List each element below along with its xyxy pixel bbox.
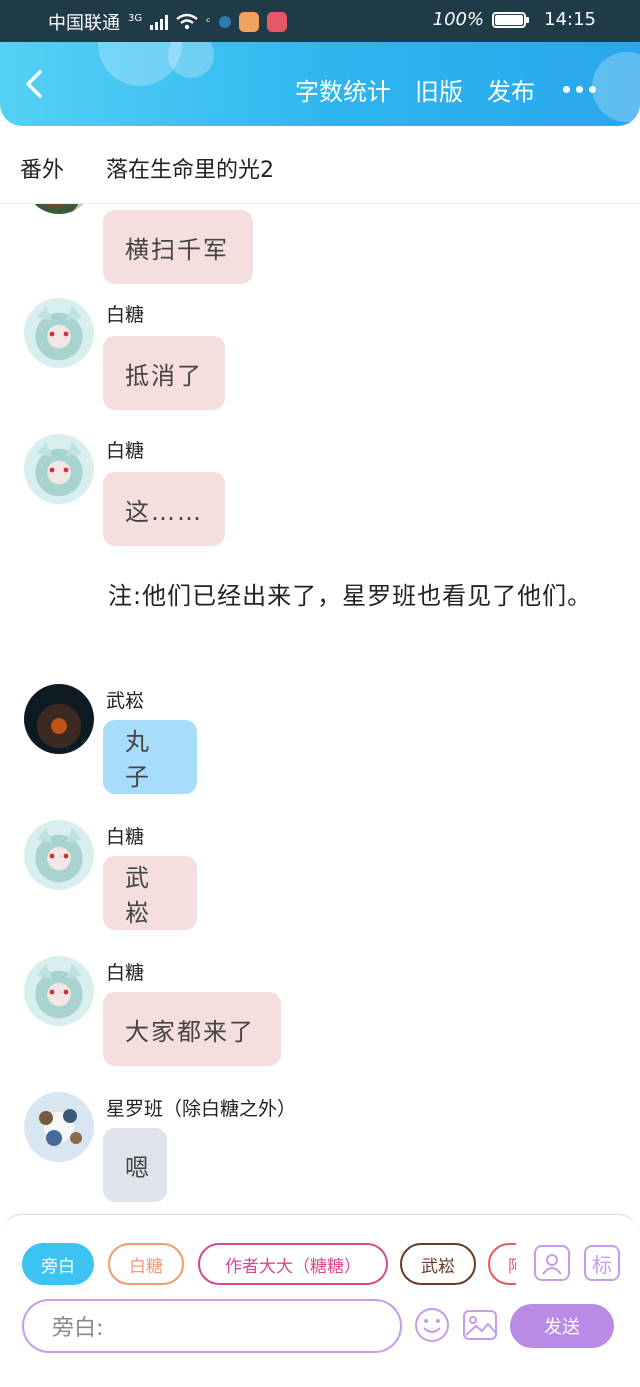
app-notification-icon [218, 16, 231, 28]
battery-fill [495, 14, 524, 25]
narration-note[interactable]: 注:他们已经出来了，星罗班也看见了他们。 [36, 576, 612, 616]
wifi-icon [176, 13, 198, 30]
role-chip-list[interactable]: 旁白 白糖 作者大大（糖糖） 武崧 阿 [22, 1243, 516, 1287]
back-arrow-icon[interactable] [18, 68, 50, 100]
network-type: 3G [128, 12, 143, 24]
emoji-icon[interactable] [414, 1307, 450, 1343]
role-chip[interactable]: 白糖 [108, 1243, 184, 1285]
publish-button[interactable]: 发布 [487, 72, 535, 107]
battery-percent: 100% [432, 9, 485, 30]
signal-icon [150, 14, 169, 30]
chat-bubble[interactable]: 抵消了 [103, 336, 225, 410]
speaker-name: 白糖 [106, 826, 145, 848]
chapter-header: 番外 落在生命里的光2 [0, 126, 640, 204]
chapter-volume[interactable]: 番外 [20, 152, 64, 184]
status-right: 100% 14:15 [433, 9, 596, 30]
word-count-button[interactable]: 字数统计 [295, 72, 391, 107]
old-version-button[interactable]: 旧版 [415, 72, 463, 107]
avatar[interactable] [24, 684, 94, 754]
speaker-name: 白糖 [106, 962, 145, 984]
role-chip[interactable]: 旁白 [22, 1243, 94, 1285]
avatar[interactable] [24, 434, 94, 504]
speaker-name: 白糖 [106, 304, 145, 326]
status-left: 中国联通 3G ᶜ [48, 9, 287, 35]
avatar[interactable] [24, 298, 94, 368]
status-bar: 中国联通 3G ᶜ 100% 14:15 [0, 0, 640, 42]
battery-icon [492, 11, 530, 28]
tag-button[interactable]: 标 [584, 1245, 620, 1281]
chapter-title[interactable]: 落在生命里的光2 [106, 152, 274, 184]
send-button[interactable]: 发送 [510, 1304, 614, 1348]
message-input[interactable]: 旁白: [22, 1299, 402, 1353]
chat-area[interactable]: 横扫千军 白糖 抵消了 白糖 这…… 注:他们已经出来了，星罗班也看见了他们。 … [0, 204, 640, 1214]
role-chip[interactable]: 武崧 [400, 1243, 476, 1285]
chat-bubble[interactable]: 大家都来了 [103, 992, 281, 1066]
chat-bubble[interactable]: 嗯 [103, 1128, 167, 1202]
avatar[interactable] [24, 820, 94, 890]
avatar[interactable] [24, 204, 94, 214]
app-bar-actions: 字数统计 旧版 发布 [295, 72, 596, 107]
composer-panel: 旁白 白糖 作者大大（糖糖） 武崧 阿 标 旁白: 发送 [0, 1214, 640, 1387]
chat-bubble[interactable]: 丸子 [103, 720, 197, 794]
speaker-name: 武崧 [106, 690, 145, 712]
speaker-name: 白糖 [106, 440, 145, 462]
decor-bubble [168, 42, 214, 78]
speaker-name: 星罗班（除白糖之外） [106, 1098, 297, 1120]
avatar[interactable] [24, 1092, 94, 1162]
book-app-icon [266, 12, 287, 32]
chat-app-icon [238, 12, 259, 32]
decor-bubble [592, 52, 640, 122]
nfc-icon: ᶜ [206, 15, 211, 29]
role-chip[interactable]: 作者大大（糖糖） [198, 1243, 388, 1285]
role-chip[interactable]: 阿 [488, 1243, 516, 1285]
person-card-icon[interactable] [534, 1245, 570, 1281]
chat-bubble[interactable]: 这…… [103, 472, 225, 546]
app-bar: 字数统计 旧版 发布 [0, 42, 640, 126]
image-icon[interactable] [462, 1307, 498, 1343]
clock: 14:15 [544, 9, 596, 30]
carrier-label: 中国联通 [48, 13, 120, 34]
chat-bubble[interactable]: 横扫千军 [103, 210, 253, 284]
chat-bubble[interactable]: 武崧 [103, 856, 197, 930]
avatar[interactable] [24, 956, 94, 1026]
more-menu-icon[interactable] [563, 86, 596, 93]
